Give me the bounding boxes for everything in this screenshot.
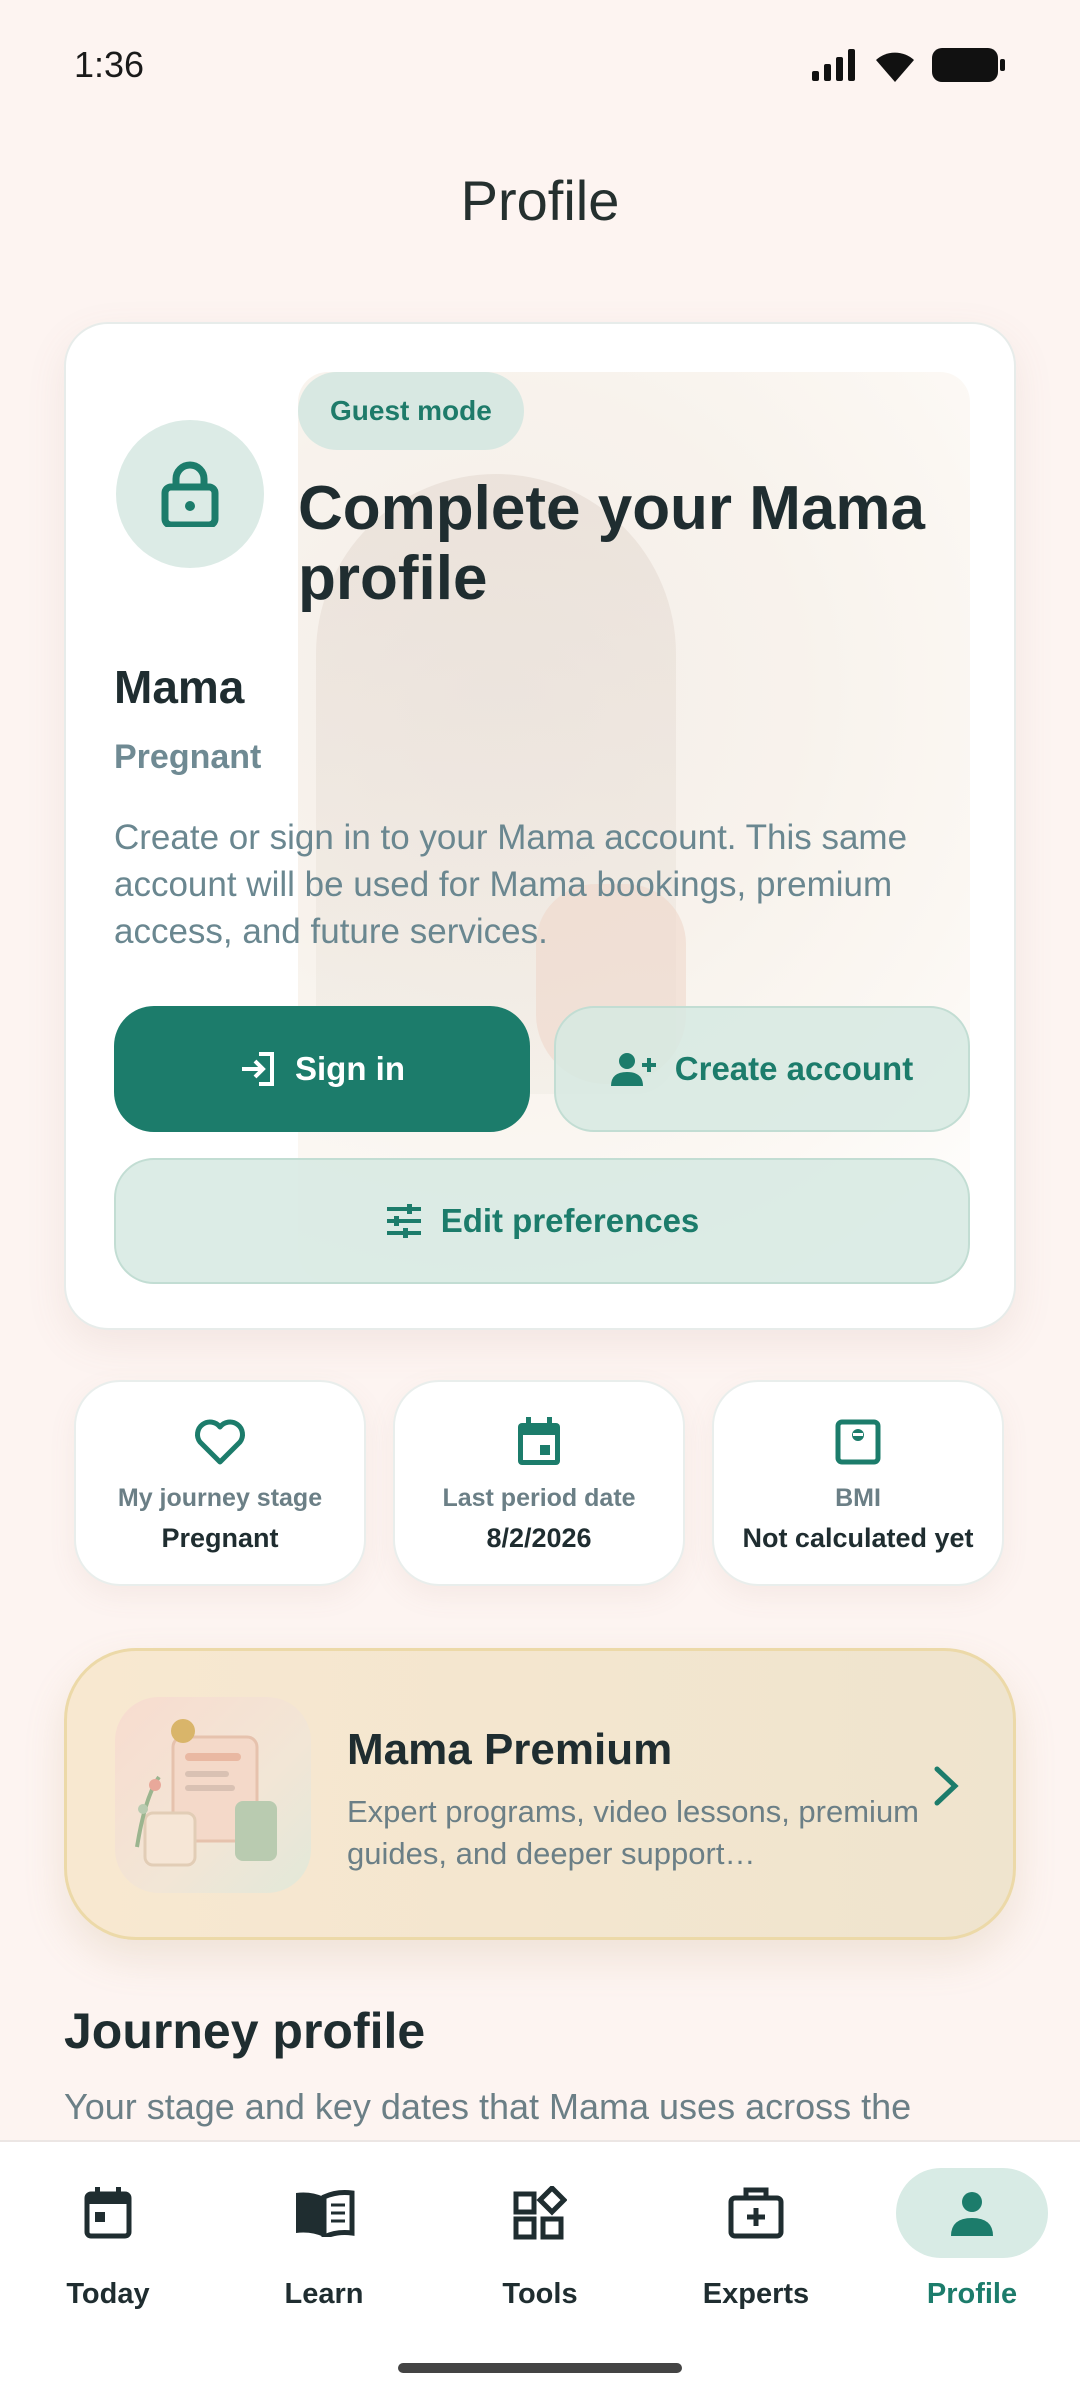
battery-icon	[932, 48, 1005, 82]
book-icon	[296, 2190, 355, 2237]
add-person-icon	[610, 1053, 656, 1086]
stat-value: Not calculated yet	[742, 1523, 974, 1553]
widgets-icon	[513, 2186, 567, 2240]
journey-profile-subtitle: Your stage and key dates that Mama uses …	[64, 2086, 912, 2127]
status-icons	[812, 48, 1006, 82]
nav-label: Experts	[702, 2278, 810, 2310]
chevron-right-icon	[934, 1766, 959, 1806]
signal-icon	[812, 49, 855, 81]
journey-profile-title: Journey profile	[64, 2003, 426, 2059]
stat-card-bmi[interactable]: BMI Not calculated yet	[712, 1380, 1004, 1586]
home-indicator[interactable]	[398, 2363, 682, 2373]
nav-tab-profile[interactable]: Profile	[874, 2168, 1070, 2328]
premium-title: Mama Premium	[347, 1725, 673, 1774]
nav-label: Profile	[926, 2278, 1018, 2310]
profile-card: Guest mode Complete your Mama profile Ma…	[64, 322, 1016, 1330]
card-headline: Complete your Mama profile	[298, 474, 926, 613]
stat-label: My journey stage	[117, 1484, 323, 1512]
profile-description: Create or sign in to your Mama account. …	[114, 818, 908, 951]
stat-label: Last period date	[442, 1484, 636, 1512]
stat-label: BMI	[835, 1484, 881, 1512]
sign-in-button[interactable]: Sign in	[114, 1006, 530, 1132]
create-account-label: Create account	[674, 1050, 914, 1087]
profile-name: Mama	[114, 661, 245, 713]
premium-banner[interactable]: Mama Premium Expert programs, video less…	[64, 1648, 1016, 1940]
heart-icon	[195, 1419, 245, 1465]
guest-mode-badge: Guest mode	[298, 372, 524, 450]
nav-label: Today	[66, 2278, 150, 2310]
edit-preferences-button[interactable]: Edit preferences	[114, 1158, 970, 1284]
bottom-navigation: Today Learn Tools Experts Profile	[0, 2140, 1080, 2400]
stat-value: 8/2/2026	[486, 1523, 592, 1553]
stat-card-journey-stage[interactable]: My journey stage Pregnant	[74, 1380, 366, 1586]
nav-tab-experts[interactable]: Experts	[658, 2168, 854, 2328]
person-icon	[951, 2192, 993, 2236]
status-bar: 1:36	[0, 0, 1080, 130]
tune-icon	[386, 1204, 421, 1238]
scale-icon	[835, 1419, 881, 1465]
nav-label: Learn	[284, 2278, 364, 2310]
premium-subtitle: Expert programs, video lessons, premium …	[347, 1794, 920, 1871]
status-time: 1:36	[74, 44, 145, 85]
stat-card-last-period[interactable]: Last period date 8/2/2026	[393, 1380, 685, 1586]
lock-icon	[161, 461, 219, 527]
calendar-icon	[518, 1417, 560, 1465]
stat-value: Pregnant	[161, 1523, 279, 1553]
calendar-icon	[84, 2187, 132, 2239]
lock-avatar	[116, 420, 264, 568]
nav-tab-today[interactable]: Today	[10, 2168, 206, 2328]
edit-preferences-label: Edit preferences	[440, 1202, 700, 1239]
nav-tab-tools[interactable]: Tools	[442, 2168, 638, 2328]
profile-stage: Pregnant	[114, 738, 262, 776]
page-title: Profile	[460, 169, 620, 232]
sign-in-label: Sign in	[295, 1050, 405, 1087]
medical-kit-icon	[728, 2187, 784, 2239]
wifi-icon	[876, 52, 914, 82]
nav-tab-learn[interactable]: Learn	[226, 2168, 422, 2328]
premium-illustration	[115, 1697, 311, 1893]
login-icon	[242, 1052, 274, 1086]
create-account-button[interactable]: Create account	[554, 1006, 970, 1132]
nav-label: Tools	[502, 2278, 578, 2310]
